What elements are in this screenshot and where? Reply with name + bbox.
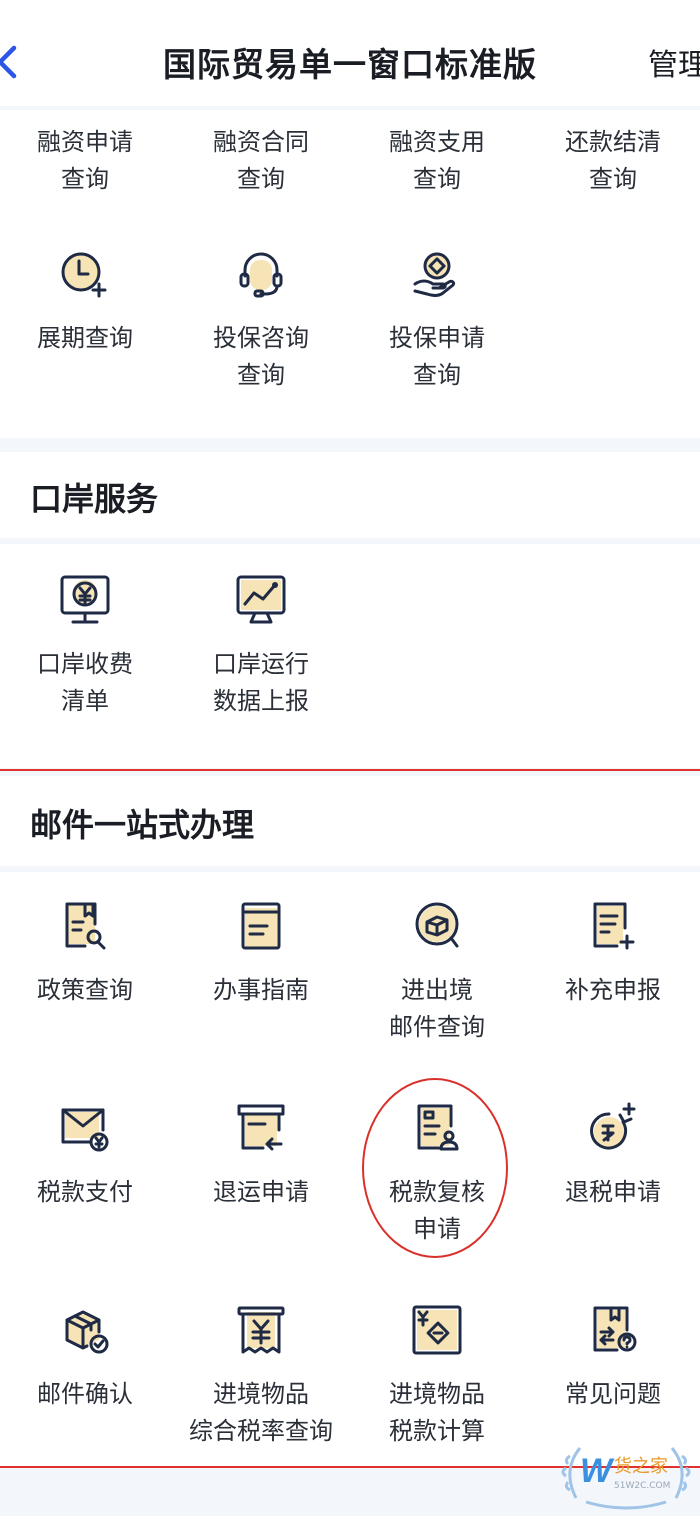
section-title-mail-one-stop: 邮件一站式办理 [30,806,255,844]
tile-label: 税款计算 [389,1417,485,1445]
tile-label: 邮件确认 [37,1380,133,1408]
tile-label: 展期查询 [37,324,133,352]
service-tile-insurance-apply-query[interactable]: 投保申请 查询 [349,246,525,394]
annotation-red-line [0,769,700,771]
service-tile-tax-refund-apply[interactable]: 退税申请 [525,1100,700,1211]
headset-icon [239,252,283,298]
tile-label: 常见问题 [565,1380,661,1408]
service-tile-inbound-items-tax-rate-query[interactable]: 进境物品综合税率查询 [173,1302,349,1450]
tile-label: 投保咨询 [213,324,309,352]
tile-label: 清单 [61,687,109,715]
service-tile-mail-in-out-query[interactable]: 进出境 邮件查询 [349,898,525,1046]
tax-refund-icon [590,1102,636,1150]
receipt-yen-icon [237,1306,285,1354]
tile-label: 查询 [237,165,285,193]
monitor-yen-icon [60,575,110,624]
service-tile-repayment-settle-query[interactable]: 还款结清 查询 [525,124,700,198]
tile-label: 查询 [413,165,461,193]
tile-label: 退运申请 [213,1178,309,1206]
tile-label: 查询 [237,361,285,389]
service-tile-extension-query[interactable]: 展期查询 [0,246,173,357]
service-tile-faq[interactable]: 常见问题 [525,1302,700,1413]
tile-label: 融资支用 [389,128,485,156]
service-tile-finance-apply-query[interactable]: 融资申请 查询 [0,124,173,198]
clock-plus-icon [61,252,107,298]
envelope-yen-icon [61,1108,109,1152]
document-plus-icon [593,902,635,950]
section-title-port-services: 口岸服务 [30,480,159,518]
tile-label: 融资申请 [37,128,133,156]
tile-label: 融资合同 [213,128,309,156]
service-tile-port-operation-data-report[interactable]: 口岸运行 数据上报 [173,572,349,720]
watermark-text: 货之家 [614,1456,668,1477]
service-tile-insurance-consult-query[interactable]: 投保咨询 查询 [173,246,349,394]
tile-label: 税款支付 [37,1178,133,1206]
return-box-icon [237,1104,285,1151]
tile-label: 查询 [61,165,109,193]
tile-label: 进境物品 [389,1380,485,1408]
svg-text:W: W [580,1452,615,1490]
tile-label: 查询 [589,165,637,193]
tile-label: 数据上报 [213,687,309,715]
parcel-search-icon [415,902,459,948]
service-tile-tax-payment[interactable]: 税款支付 [0,1100,173,1211]
tile-label: 查询 [413,361,461,389]
service-tile-inbound-items-tax-calc[interactable]: 进境物品 税款计算 [349,1302,525,1450]
tax-calc-icon [412,1305,462,1355]
watermark-subtext: 51W2C.COM [614,1481,670,1491]
tile-label: 口岸运行 [213,650,309,678]
tile-label: 补充申报 [565,976,661,1004]
guide-book-icon [241,902,281,950]
service-tile-finance-usage-query[interactable]: 融资支用 查询 [349,124,525,198]
service-tile-finance-contract-query[interactable]: 融资合同 查询 [173,124,349,198]
faq-book-icon [593,1306,637,1352]
document-search-icon [65,902,106,950]
tile-label: 政策查询 [37,976,133,1004]
package-check-icon [65,1310,109,1354]
service-tile-mail-confirmation[interactable]: 邮件确认 [0,1302,173,1413]
service-tile-supplementary-declaration[interactable]: 补充申报 [525,898,700,1009]
service-tile-port-fee-list[interactable]: 口岸收费 清单 [0,572,173,720]
annotation-red-circle [362,1078,508,1258]
service-tile-return-shipment-apply[interactable]: 退运申请 [173,1100,349,1211]
watermark-logo: W 货之家 51W2C.COM [561,1447,691,1510]
tile-label: 投保申请 [389,324,485,352]
tile-label: 邮件查询 [389,1013,485,1041]
tile-label: 还款结清 [565,128,661,156]
tile-label: 进境物品 [213,1380,309,1408]
tile-label: 进出境 [401,976,473,1004]
tile-label: 退税申请 [565,1178,661,1206]
monitor-chart-icon [236,575,286,624]
top-bar: 国际贸易单一窗口标准版 管理 [0,0,700,106]
tile-label: 口岸收费 [37,650,133,678]
service-tile-policy-query[interactable]: 政策查询 [0,898,173,1009]
manage-button[interactable]: 管理 [648,40,700,84]
hand-coin-icon [413,252,456,297]
tile-label: 办事指南 [213,976,309,1004]
tile-label: 综合税率查询 [189,1417,333,1445]
service-tile-service-guide[interactable]: 办事指南 [173,898,349,1009]
page-title: 国际贸易单一窗口标准版 [163,45,537,84]
